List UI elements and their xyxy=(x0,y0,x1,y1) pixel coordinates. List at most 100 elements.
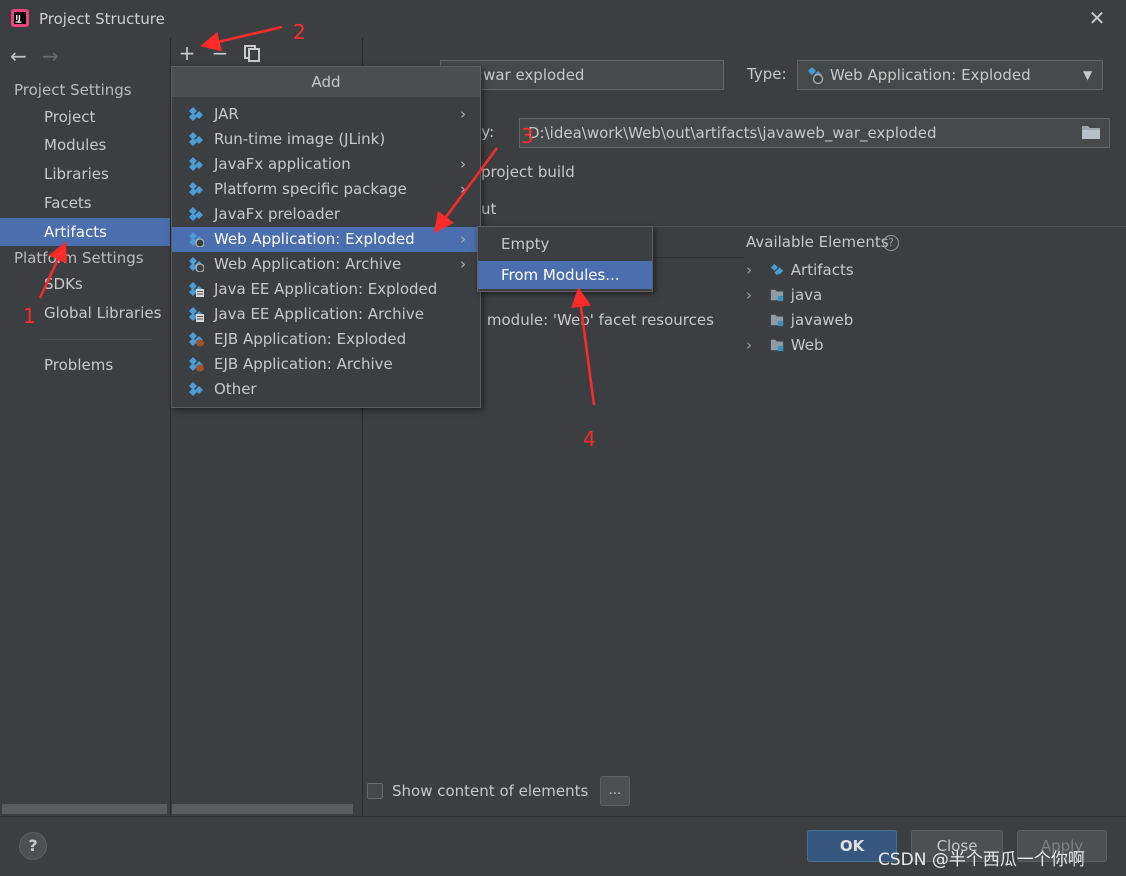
annotation-label-1: 1 xyxy=(23,304,36,328)
sidebar-scrollbar[interactable] xyxy=(2,804,167,814)
web-app-icon xyxy=(808,67,824,84)
folder-icon[interactable] xyxy=(1081,124,1101,140)
chevron-right-icon[interactable]: › xyxy=(746,283,764,307)
tree-label-java: java xyxy=(790,286,823,304)
type-select-value: Web Application: Exploded xyxy=(830,66,1031,84)
annotation-label-4: 4 xyxy=(583,427,596,451)
sidebar-item-artifacts[interactable]: Artifacts xyxy=(0,218,170,246)
menu-item-platform-package[interactable]: Platform specific package › xyxy=(172,177,480,202)
title-bar xyxy=(0,0,1126,38)
artifact-icon xyxy=(189,182,203,196)
artifact-name-field[interactable]: web:war exploded xyxy=(440,60,724,90)
artifact-icon xyxy=(770,263,783,276)
artifact-icon xyxy=(189,357,204,372)
copy-icon[interactable] xyxy=(243,44,261,62)
menu-item-runtime-image[interactable]: Run-time image (JLink) xyxy=(172,127,480,152)
add-menu-header: Add xyxy=(172,67,480,97)
layout-divider xyxy=(653,257,745,258)
sidebar-item-modules[interactable]: Modules xyxy=(0,131,170,159)
intellij-app-icon: IJ xyxy=(11,9,29,27)
chevron-right-icon: › xyxy=(460,255,466,273)
artifacts-list-scrollbar[interactable] xyxy=(172,804,353,814)
remove-icon[interactable]: − xyxy=(209,42,231,64)
sidebar-item-facets[interactable]: Facets xyxy=(0,189,170,217)
output-directory-field[interactable]: D:\idea\work\Web\out\artifacts\javaweb_w… xyxy=(519,118,1110,148)
menu-item-label: EJB Application: Exploded xyxy=(214,330,407,348)
include-build-text: project build xyxy=(481,163,575,181)
more-options-button[interactable]: ... xyxy=(600,776,630,806)
annotation-label-3: 3 xyxy=(521,124,534,148)
add-icon[interactable]: + xyxy=(176,42,198,64)
artifact-icon xyxy=(189,107,203,121)
available-elements-label: Available Elements xyxy=(746,233,889,251)
chevron-right-icon: › xyxy=(460,155,466,173)
menu-item-label: JAR xyxy=(214,105,239,123)
menu-item-javafx-application[interactable]: JavaFx application › xyxy=(172,152,480,177)
tree-label-artifacts: Artifacts xyxy=(790,261,854,279)
submenu-item-from-modules[interactable]: From Modules... xyxy=(478,261,652,289)
menu-item-label: JavaFx application xyxy=(214,155,351,173)
tree-item-java[interactable]: › java xyxy=(746,283,822,307)
chevron-down-icon: ▼ xyxy=(1083,68,1093,82)
platform-settings-header: Platform Settings xyxy=(14,249,144,267)
back-arrow-icon[interactable]: ← xyxy=(10,44,27,68)
artifact-icon xyxy=(189,257,204,272)
menu-item-other[interactable]: Other xyxy=(172,377,480,402)
artifact-icon xyxy=(189,282,204,297)
artifact-icon xyxy=(189,382,203,396)
sidebar-item-libraries[interactable]: Libraries xyxy=(0,160,170,188)
annotation-label-2: 2 xyxy=(293,20,306,44)
menu-item-label: Java EE Application: Exploded xyxy=(214,280,438,298)
menu-item-web-exploded[interactable]: Web Application: Exploded › xyxy=(172,227,480,252)
artifact-icon xyxy=(189,307,204,322)
sidebar-divider xyxy=(40,339,152,340)
chevron-right-icon: › xyxy=(460,180,466,198)
menu-item-label: Web Application: Archive xyxy=(214,255,402,273)
window-title: Project Structure xyxy=(39,10,165,28)
chevron-right-icon[interactable]: › xyxy=(746,333,764,357)
menu-item-label: Platform specific package xyxy=(214,180,407,198)
chevron-right-icon: › xyxy=(460,105,466,123)
tree-item-artifacts[interactable]: › Artifacts xyxy=(746,258,854,282)
menu-item-ejb-exploded[interactable]: EJB Application: Exploded xyxy=(172,327,480,352)
tree-item-web[interactable]: › Web xyxy=(746,333,823,357)
output-layout-tab[interactable]: ut xyxy=(481,200,496,218)
submenu-item-empty[interactable]: Empty xyxy=(478,230,652,258)
chevron-right-icon[interactable]: › xyxy=(746,258,764,282)
sidebar-item-sdks[interactable]: SDKs xyxy=(0,270,170,298)
menu-item-javafx-preloader[interactable]: JavaFx preloader xyxy=(172,202,480,227)
show-content-checkbox[interactable] xyxy=(367,783,383,799)
svg-text:IJ: IJ xyxy=(16,14,21,22)
facet-resources-item[interactable]: ' module: 'Web' facet resources xyxy=(478,311,714,329)
menu-item-label: Web Application: Exploded xyxy=(214,230,415,248)
footer-divider xyxy=(0,816,1126,817)
menu-item-jar[interactable]: JAR › xyxy=(172,102,480,127)
menu-item-javaee-exploded[interactable]: Java EE Application: Exploded xyxy=(172,277,480,302)
project-settings-header: Project Settings xyxy=(14,81,132,99)
tree-label-web: Web xyxy=(790,336,824,354)
artifact-icon xyxy=(189,157,203,171)
forward-arrow-icon[interactable]: → xyxy=(42,44,59,68)
type-select[interactable]: Web Application: Exploded xyxy=(797,60,1103,90)
menu-item-javaee-archive[interactable]: Java EE Application: Archive xyxy=(172,302,480,327)
type-label: Type: xyxy=(747,65,787,83)
include-in-build-label: project build xyxy=(481,163,575,181)
menu-item-label: Other xyxy=(214,380,257,398)
window-close-icon[interactable]: ✕ xyxy=(1085,6,1109,30)
menu-item-web-archive[interactable]: Web Application: Archive › xyxy=(172,252,480,277)
menu-item-ejb-archive[interactable]: EJB Application: Archive xyxy=(172,352,480,377)
sidebar-item-problems[interactable]: Problems xyxy=(0,351,170,379)
sidebar-item-project[interactable]: Project xyxy=(0,103,170,131)
menu-item-label: JavaFx preloader xyxy=(214,205,340,223)
menu-item-label: EJB Application: Archive xyxy=(214,355,393,373)
tree-item-javaweb[interactable]: javaweb xyxy=(746,308,853,332)
menu-item-label: Java EE Application: Archive xyxy=(214,305,424,323)
module-folder-icon xyxy=(770,314,783,327)
tree-label-javaweb: javaweb xyxy=(790,311,854,329)
module-folder-icon xyxy=(770,339,783,352)
show-content-label: Show content of elements xyxy=(392,782,589,800)
help-button[interactable]: ? xyxy=(19,832,47,860)
module-folder-icon xyxy=(770,289,783,302)
help-small-icon[interactable]: ? xyxy=(883,235,899,251)
artifact-icon xyxy=(189,332,204,347)
